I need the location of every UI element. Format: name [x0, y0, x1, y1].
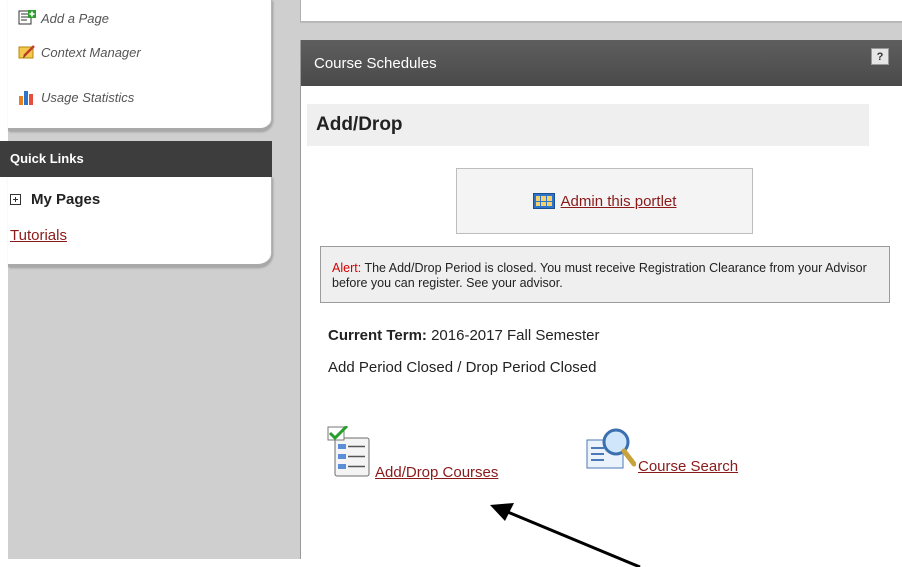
section-title: Add/Drop — [307, 104, 869, 146]
add-drop-courses-action[interactable]: Add/Drop Courses — [327, 424, 498, 483]
checklist-form-icon[interactable] — [327, 424, 373, 483]
previous-portlet-bottom — [300, 0, 902, 23]
admin-portlet-box: Admin this portlet — [456, 168, 753, 234]
current-term-value: 2016-2017 Fall Semester — [431, 327, 600, 344]
sidebar-item-label: Context Manager — [41, 44, 141, 60]
magnifier-document-icon[interactable] — [586, 426, 637, 477]
expand-plus-icon[interactable] — [10, 194, 21, 205]
admin-portlet-link[interactable]: Admin this portlet — [561, 193, 677, 210]
course-search-action[interactable]: Course Search — [586, 426, 738, 477]
my-pages-toggle[interactable]: My Pages — [10, 191, 100, 208]
screenshot-frame: Add a Page Context Manager Usage Statist… — [0, 0, 902, 567]
add-page-icon — [18, 10, 36, 26]
quick-links-panel: My Pages Tutorials — [8, 177, 272, 267]
sidebar-admin-panel: Add a Page Context Manager Usage Statist… — [8, 0, 272, 131]
tutorials-link[interactable]: Tutorials — [10, 227, 67, 244]
alert-label: Alert: — [332, 261, 362, 275]
add-drop-courses-link[interactable]: Add/Drop Courses — [375, 464, 498, 481]
sidebar-item-add-page[interactable]: Add a Page — [18, 8, 109, 28]
pencil-note-icon — [18, 44, 36, 60]
sidebar-item-label: Usage Statistics — [41, 89, 135, 105]
period-status: Add Period Closed / Drop Period Closed — [328, 359, 597, 376]
portlet-header: Course Schedules ? — [301, 40, 902, 86]
sidebar-item-context-manager[interactable]: Context Manager — [18, 42, 141, 62]
bar-chart-icon — [18, 89, 36, 105]
admin-grid-icon[interactable] — [532, 193, 555, 209]
help-button[interactable]: ? — [871, 48, 889, 65]
course-schedules-portlet: Course Schedules ? Add/Drop Admin this p… — [300, 40, 902, 559]
sidebar-item-label: Add a Page — [41, 10, 109, 26]
course-search-link[interactable]: Course Search — [638, 458, 738, 475]
portlet-title: Course Schedules — [314, 55, 437, 72]
alert-text: The Add/Drop Period is closed. You must … — [332, 261, 867, 290]
sidebar-item-usage-statistics[interactable]: Usage Statistics — [18, 87, 134, 107]
current-term: Current Term: 2016-2017 Fall Semester — [328, 327, 600, 344]
current-term-label: Current Term: — [328, 327, 427, 344]
my-pages-label: My Pages — [31, 191, 101, 208]
quick-links-header: Quick Links — [0, 141, 272, 177]
alert-message-box: Alert: The Add/Drop Period is closed. Yo… — [320, 246, 890, 303]
